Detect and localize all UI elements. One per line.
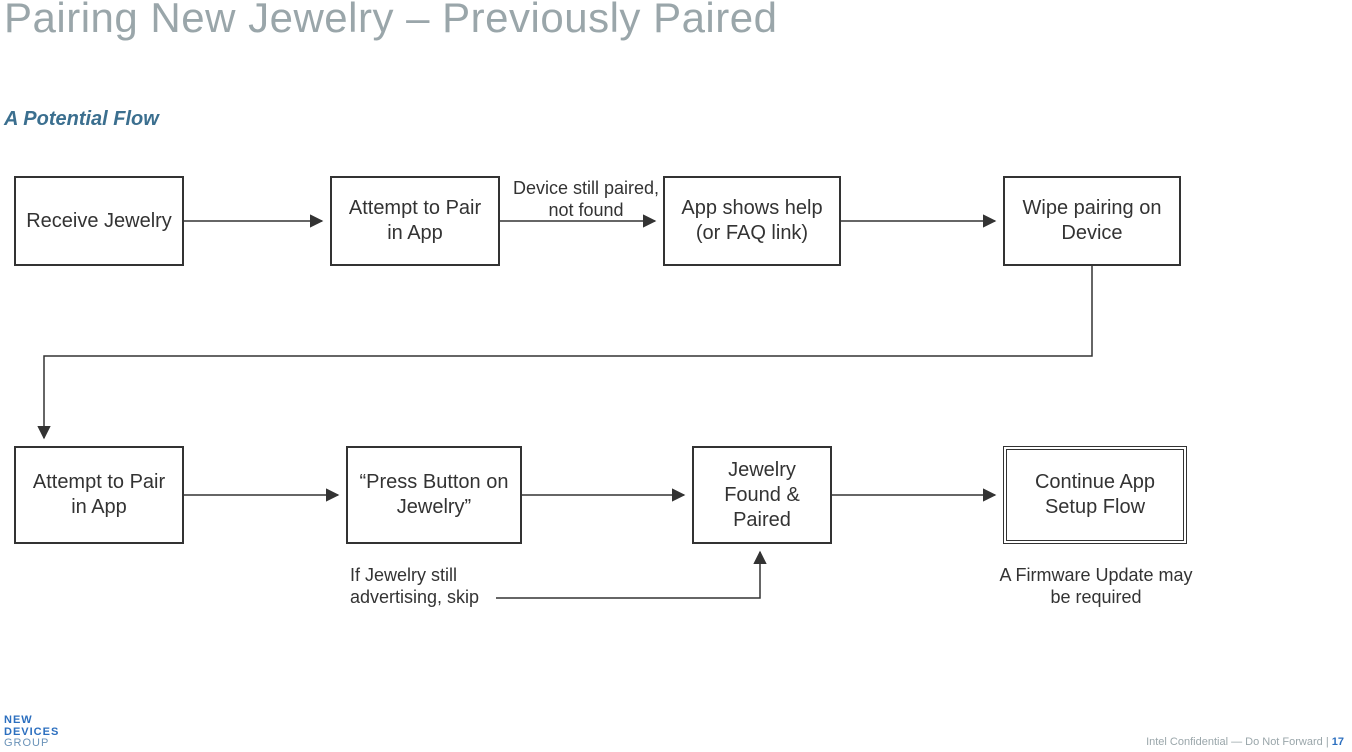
logo-new-devices-group: NEW DEVICES GROUP [4,715,59,750]
logo-line1: NEW [4,714,33,726]
footer: Intel Confidential — Do Not Forward | 17 [1146,736,1344,748]
footer-text: Intel Confidential — Do Not Forward | [1146,736,1332,748]
logo-line3: GROUP [4,737,49,749]
page-number: 17 [1332,736,1344,748]
logo-line2: DEVICES [4,726,59,738]
arrows [0,0,1352,752]
